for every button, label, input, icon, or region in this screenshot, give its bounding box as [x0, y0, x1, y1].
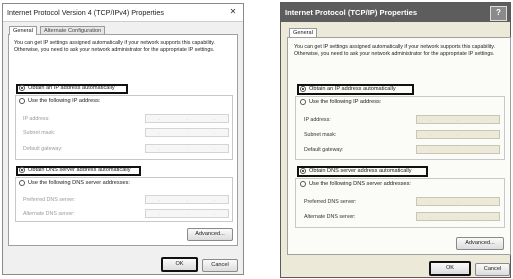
preferred-dns-field[interactable]: ...: [416, 197, 500, 206]
close-icon[interactable]: ✕: [226, 6, 240, 18]
radio-unselected-icon: [19, 180, 25, 186]
subnet-mask-field[interactable]: ...: [145, 128, 229, 137]
radio-obtain-dns-auto[interactable]: Obtain DNS server address automatically: [19, 167, 131, 173]
tab-general[interactable]: General: [289, 28, 317, 37]
radio-label: Use the following IP address:: [28, 98, 101, 104]
radio-label: Use the following DNS server addresses:: [309, 181, 411, 187]
description-text: You can get IP settings assigned automat…: [14, 40, 215, 53]
radio-unselected-icon: [300, 99, 306, 105]
radio-label: Obtain DNS server address automatically: [28, 167, 131, 173]
cancel-button[interactable]: Cancel: [475, 263, 510, 276]
radio-selected-icon: [19, 167, 25, 173]
radio-label: Obtain an IP address automatically: [28, 85, 115, 91]
radio-selected-icon: [300, 168, 306, 174]
ip-address-label: IP address:: [23, 116, 50, 122]
alternate-dns-label: Alternate DNS server:: [23, 211, 75, 217]
subnet-mask-label: Subnet mask:: [23, 130, 56, 136]
radio-use-following-ip[interactable]: Use the following IP address:: [19, 98, 100, 104]
radio-obtain-ip-auto[interactable]: Obtain an IP address automatically: [300, 86, 396, 92]
default-gateway-label: Default gateway:: [23, 146, 63, 152]
radio-label: Use the following IP address:: [309, 99, 382, 105]
radio-unselected-icon: [19, 98, 25, 104]
ok-button[interactable]: OK: [161, 257, 198, 272]
default-gateway-field[interactable]: ...: [145, 144, 229, 153]
alternate-dns-field[interactable]: ...: [145, 209, 229, 218]
cancel-button[interactable]: Cancel: [202, 259, 238, 272]
default-gateway-field[interactable]: ...: [416, 145, 500, 154]
ip-address-field[interactable]: ...: [416, 115, 500, 124]
radio-selected-icon: [300, 86, 306, 92]
default-gateway-label: Default gateway:: [304, 147, 344, 153]
subnet-mask-label: Subnet mask:: [304, 132, 337, 138]
left-dialog-window: Internet Protocol Version 4 (TCP/IPv4) P…: [2, 3, 244, 275]
radio-use-following-dns[interactable]: Use the following DNS server addresses:: [300, 181, 411, 187]
description-text: You can get IP settings assigned automat…: [294, 44, 495, 57]
right-title-bar: Internet Protocol (TCP/IP) Properties ?: [281, 3, 510, 22]
preferred-dns-field[interactable]: ...: [145, 195, 229, 204]
radio-label: Obtain DNS server address automatically: [309, 168, 412, 174]
radio-unselected-icon: [300, 181, 306, 187]
ip-address-field[interactable]: ...: [145, 114, 229, 123]
ip-address-label: IP address:: [304, 117, 331, 123]
advanced-button[interactable]: Advanced...: [456, 237, 504, 250]
tab-general[interactable]: General: [9, 26, 37, 35]
right-dialog-window: Internet Protocol (TCP/IP) Properties ? …: [280, 2, 511, 278]
right-dialog-title: Internet Protocol (TCP/IP) Properties: [285, 8, 418, 17]
left-general-panel: You can get IP settings assigned automat…: [8, 34, 238, 246]
radio-label: Use the following DNS server addresses:: [28, 180, 130, 186]
radio-selected-icon: [19, 85, 25, 91]
radio-use-following-ip[interactable]: Use the following IP address:: [300, 99, 381, 105]
alternate-dns-field[interactable]: ...: [416, 212, 500, 221]
ok-button[interactable]: OK: [429, 261, 471, 276]
left-dialog-title: Internet Protocol Version 4 (TCP/IPv4) P…: [7, 8, 164, 17]
alternate-dns-label: Alternate DNS server:: [304, 214, 356, 220]
radio-obtain-dns-auto[interactable]: Obtain DNS server address automatically: [300, 168, 412, 174]
radio-use-following-dns[interactable]: Use the following DNS server addresses:: [19, 180, 130, 186]
preferred-dns-label: Preferred DNS server:: [23, 197, 76, 203]
subnet-mask-field[interactable]: ...: [416, 130, 500, 139]
radio-obtain-ip-auto[interactable]: Obtain an IP address automatically: [19, 85, 115, 91]
preferred-dns-label: Preferred DNS server:: [304, 199, 357, 205]
right-general-panel: You can get IP settings assigned automat…: [287, 37, 511, 255]
advanced-button[interactable]: Advanced...: [187, 228, 233, 241]
radio-label: Obtain an IP address automatically: [309, 86, 396, 92]
left-title-bar: Internet Protocol Version 4 (TCP/IPv4) P…: [3, 4, 243, 22]
help-icon[interactable]: ?: [490, 6, 507, 21]
